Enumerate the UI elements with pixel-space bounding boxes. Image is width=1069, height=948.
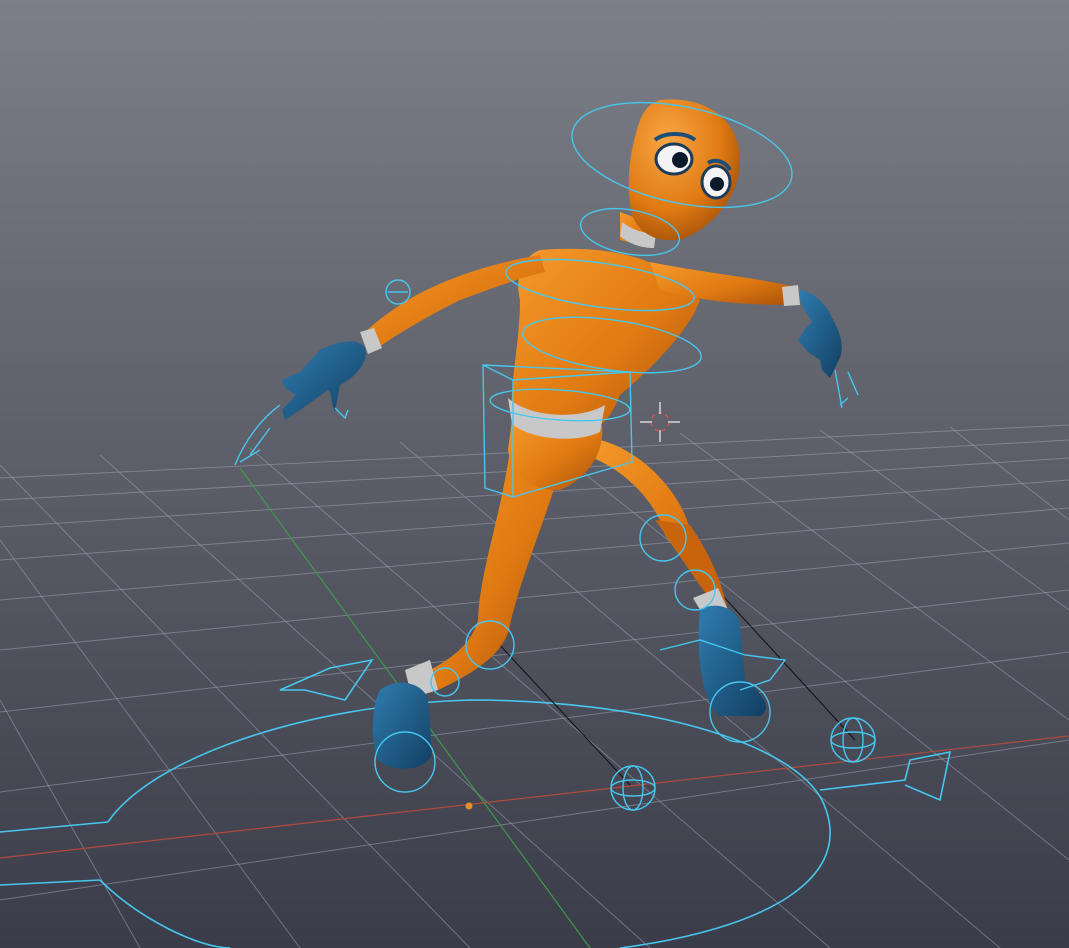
viewport-scene[interactable] [0, 0, 1069, 948]
3d-viewport[interactable] [0, 0, 1069, 948]
origin-point [465, 802, 473, 810]
